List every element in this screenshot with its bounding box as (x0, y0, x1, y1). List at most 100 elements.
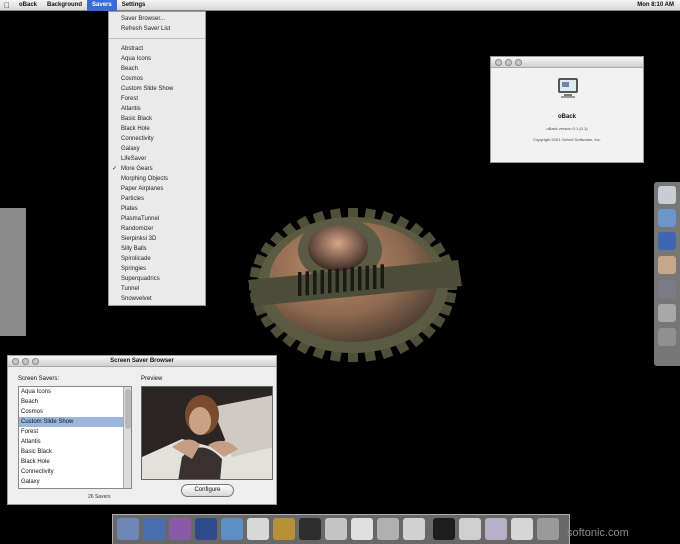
menu-item-saver[interactable]: Connectivity (109, 134, 205, 144)
utility-icon[interactable] (377, 518, 399, 540)
gear-tooth (348, 352, 358, 362)
menu-separator (109, 38, 205, 39)
menu-item-saver[interactable]: PlasmaTunnel (109, 214, 205, 224)
configure-button[interactable]: Configure (181, 484, 234, 497)
more-gears-render (248, 208, 462, 362)
finder-icon[interactable] (117, 518, 139, 540)
list-item[interactable]: Custom Slide Show (19, 417, 131, 427)
sherlock-icon[interactable] (221, 518, 243, 540)
scroll-thumb[interactable] (125, 389, 131, 429)
minimize-button[interactable] (505, 59, 512, 66)
gear-band-slot (380, 264, 384, 289)
list-item[interactable]: Basic Black (19, 447, 131, 457)
menu-item-saver[interactable]: Sierpinksi 3D (109, 234, 205, 244)
menu-item-saver[interactable]: Galaxy (109, 144, 205, 154)
gear-band-slot (328, 269, 332, 294)
menu-clock[interactable]: Mon 8:10 AM (637, 0, 674, 11)
menu-item-saver[interactable]: Custom Slide Show (109, 84, 205, 94)
close-button[interactable] (495, 59, 502, 66)
mail-icon[interactable] (143, 518, 165, 540)
image-icon[interactable] (273, 518, 295, 540)
list-item[interactable]: Black Hole (19, 457, 131, 467)
preview-label: Preview (141, 376, 163, 382)
app-icon[interactable] (325, 518, 347, 540)
gear-band-slot (358, 266, 362, 291)
menu-item-saver[interactable]: Aqua Icons (109, 54, 205, 64)
menu-item-saver[interactable]: LifeSaver (109, 154, 205, 164)
skull-icon[interactable] (433, 518, 455, 540)
screen-saver-list[interactable]: Aqua Icons Beach Cosmos Custom Slide Show Fo… (18, 386, 132, 489)
menu-item-refresh-saver-list[interactable]: Refresh Saver List (109, 24, 205, 34)
gear-band-slot (350, 267, 354, 292)
drive-icon[interactable] (658, 328, 676, 346)
menu-item-saver[interactable]: Atlantis (109, 104, 205, 114)
screen-saver-browser-window: Screen Saver Browser Screen Savers: Aqua… (7, 355, 277, 505)
browser-icon[interactable] (658, 232, 676, 250)
gear-band-slot (320, 269, 324, 294)
menu-item-saver[interactable]: Black Hole (109, 124, 205, 134)
gear-band-slot (335, 268, 339, 293)
list-item[interactable]: Connectivity (19, 467, 131, 477)
list-item[interactable]: Aqua Icons (19, 387, 131, 397)
menu-item-saver[interactable]: Randomizer (109, 224, 205, 234)
disk-icon[interactable] (658, 304, 676, 322)
menu-item-saver[interactable]: Tunnel (109, 284, 205, 294)
about-version: oBack version 0.1 (0.1) (546, 126, 588, 131)
ie-icon[interactable] (169, 518, 191, 540)
menu-background[interactable]: Background (42, 0, 87, 11)
document-icon[interactable] (658, 186, 676, 204)
menu-item-saver[interactable]: More Gears (109, 164, 205, 174)
menu-item-saver[interactable]: Springies (109, 264, 205, 274)
menu-item-saver[interactable]: Spirolicade (109, 254, 205, 264)
menu-item-saver[interactable]: Cosmos (109, 74, 205, 84)
list-item[interactable]: Beach (19, 397, 131, 407)
text-icon[interactable] (247, 518, 269, 540)
list-scrollbar[interactable] (123, 387, 131, 488)
quicktime-icon[interactable] (195, 518, 217, 540)
menu-item-saver-browser[interactable]: Saver Browser... (109, 14, 205, 24)
menu-bar:  oBack Background Savers Settings Mon 8… (0, 0, 680, 11)
menu-item-saver[interactable]: Abstract (109, 44, 205, 54)
menu-savers[interactable]: Savers (87, 0, 117, 11)
document-icon[interactable] (459, 518, 481, 540)
gear-band-slot (365, 265, 369, 290)
about-titlebar[interactable] (491, 57, 643, 68)
menu-item-saver[interactable]: Particles (109, 194, 205, 204)
menu-item-saver[interactable]: Forest (109, 94, 205, 104)
preview-photo (142, 387, 272, 479)
about-app-name: oBack (557, 114, 576, 120)
screen-saver-list-rows: Aqua Icons Beach Cosmos Custom Slide Show Fo… (19, 387, 131, 487)
menu-item-saver[interactable]: Basic Black (109, 114, 205, 124)
notes-icon[interactable] (403, 518, 425, 540)
menu-item-saver[interactable]: Paper Airplanes (109, 184, 205, 194)
bottom-dock (112, 514, 570, 544)
terminal-icon[interactable] (299, 518, 321, 540)
gear-band-slot (298, 272, 302, 296)
file-icon[interactable] (511, 518, 533, 540)
globe-icon[interactable] (485, 518, 507, 540)
menu-app-name[interactable]: oBack (14, 0, 42, 11)
menu-item-saver[interactable]: Snowvelvet (109, 294, 205, 304)
gear-band-slot (305, 271, 309, 296)
trash-icon[interactable] (537, 518, 559, 540)
menu-settings[interactable]: Settings (117, 0, 151, 11)
list-item[interactable]: Atlantis (19, 437, 131, 447)
person-icon[interactable] (658, 280, 676, 298)
list-item[interactable]: Galaxy (19, 477, 131, 487)
menu-item-saver[interactable]: Superquadrics (109, 274, 205, 284)
menu-item-saver[interactable]: Plates (109, 204, 205, 214)
zoom-button[interactable] (515, 59, 522, 66)
apple-menu-icon[interactable]:  (0, 1, 14, 10)
about-window: oBack oBack version 0.1 (0.1) Copyright … (490, 56, 644, 163)
preview-icon[interactable] (351, 518, 373, 540)
user-icon[interactable] (658, 256, 676, 274)
browser-titlebar[interactable]: Screen Saver Browser (8, 356, 276, 367)
right-dock (654, 182, 680, 366)
list-item[interactable]: Cosmos (19, 407, 131, 417)
folder-icon[interactable] (658, 209, 676, 227)
menu-item-saver[interactable]: Morphing Objects (109, 174, 205, 184)
list-item[interactable]: Forest (19, 427, 131, 437)
menu-item-saver[interactable]: Beach (109, 64, 205, 74)
gear-band-slot (373, 265, 377, 289)
menu-item-saver[interactable]: Silly Balls (109, 244, 205, 254)
